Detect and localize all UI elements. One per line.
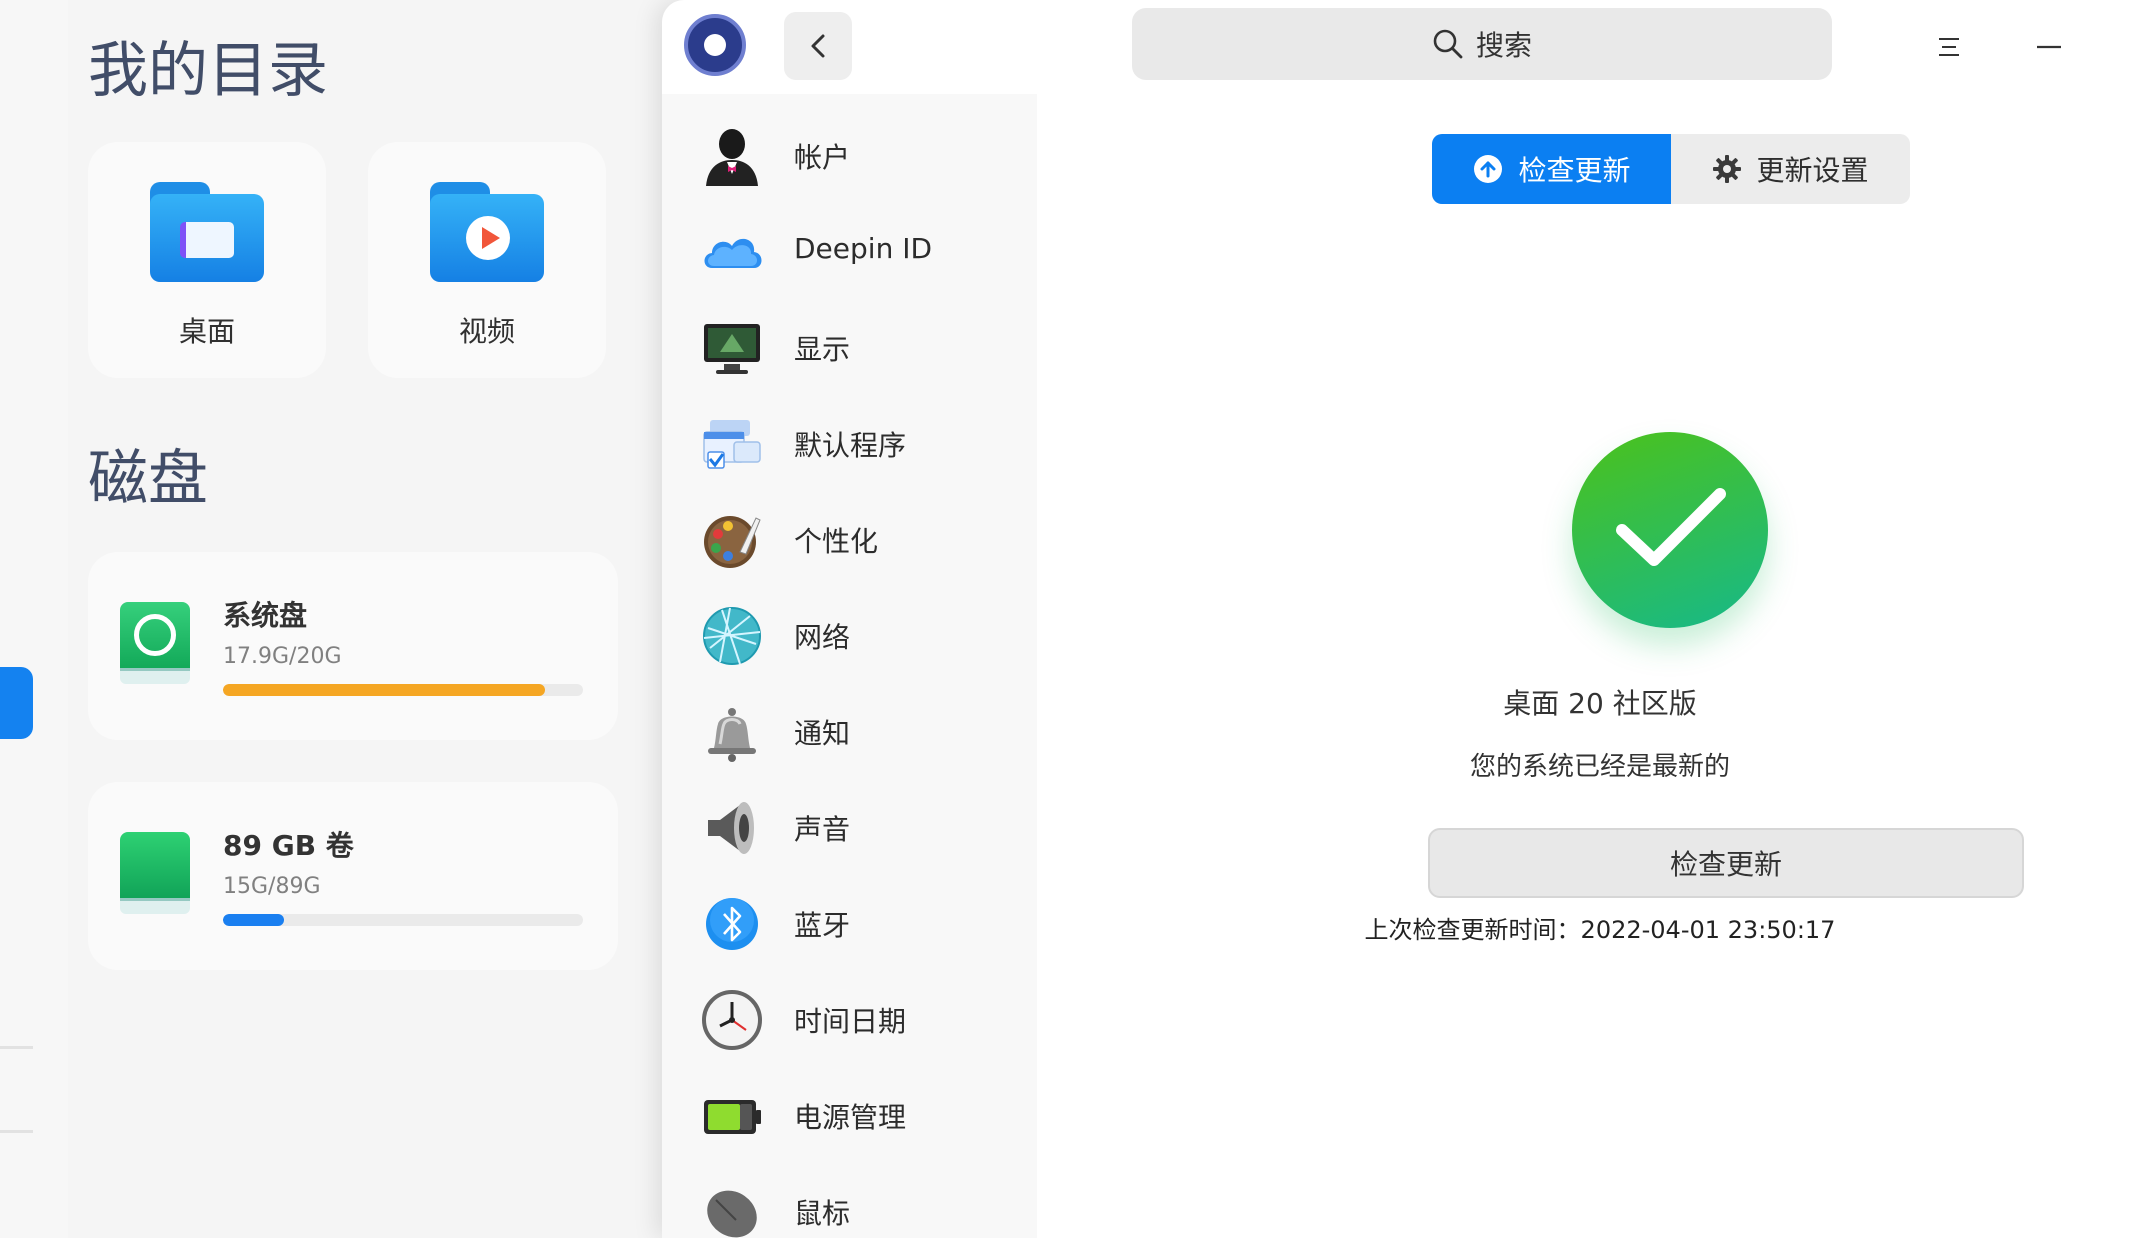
nav-item-label: 通知 [794,717,851,750]
nav-item-display[interactable]: 显示 [662,300,1037,396]
chevron-left-icon [811,34,825,58]
display-icon [704,324,760,374]
bluetooth-icon [706,898,758,950]
nav-item-label: 鼠标 [794,1197,851,1230]
control-center-window: 搜索 帐户 Deepin ID 显示 默认程序 个性化 网络 通知 声音 蓝牙 … [662,0,2142,1238]
search-input[interactable]: 搜索 [1132,8,1832,80]
network-icon [703,607,761,665]
account-icon [706,129,758,186]
nav-item-mouse[interactable]: 鼠标 [662,1164,1037,1238]
volume-disk-icon [120,832,190,914]
nav-item-label: Deepin ID [794,232,933,265]
video-folder-icon [430,182,544,282]
tab-update-settings[interactable]: 更新设置 [1671,134,1910,204]
last-check-time: 上次检查更新时间：2022-04-01 23:50:17 [1364,916,1836,944]
nav-item-label: 声音 [794,813,851,846]
nav-item-default-apps[interactable]: 默认程序 [662,396,1037,492]
palette-icon [704,516,761,568]
my-directories-heading: 我的目录 [88,36,328,106]
search-icon [1433,29,1463,59]
nav-item-label: 帐户 [794,141,851,174]
desktop-folder-icon [150,182,264,282]
upload-circle-icon [1474,155,1503,183]
folder-label: 桌面 [178,315,235,348]
nav-item-label: 网络 [794,621,851,654]
disks-heading: 磁盘 [88,444,208,514]
battery-icon [704,1100,761,1134]
folder-tile-video[interactable]: 视频 [368,142,606,378]
update-panel: 检查更新 更新设置 桌面 20 社区版 您的系统已经是最新的 检查更新 上次检查… [1058,114,2142,1238]
disk-usage-fill [223,914,284,926]
update-status: 您的系统已经是最新的 [1469,752,1730,782]
speaker-icon [708,802,754,854]
disk-name: 89 GB 卷 [223,829,354,862]
nav-item-notifications[interactable]: 通知 [662,684,1037,780]
disk-size: 15G/89G [223,874,321,899]
sidebar-divider [0,1130,33,1133]
search-placeholder: 搜索 [1475,29,1532,62]
titlebar: 搜索 [662,0,2142,94]
sidebar-divider [0,1046,33,1049]
bell-icon [708,708,756,762]
back-button[interactable] [784,12,852,80]
update-tabs: 检查更新 更新设置 [1432,134,1910,204]
nav-item-bluetooth[interactable]: 蓝牙 [662,876,1037,972]
disk-usage-bar [223,684,583,696]
settings-nav: 帐户 Deepin ID 显示 默认程序 个性化 网络 通知 声音 蓝牙 时间日… [662,94,1037,1238]
nav-item-power[interactable]: 电源管理 [662,1068,1037,1164]
tab-label: 检查更新 [1518,154,1631,187]
disk-usage-fill [223,684,546,696]
disk-size: 17.9G/20G [223,644,342,669]
check-update-button[interactable]: 检查更新 [1428,828,2024,898]
nav-item-label: 默认程序 [794,429,907,462]
nav-item-sound[interactable]: 声音 [662,780,1037,876]
disk-card-volume[interactable]: 89 GB 卷 15G/89G [88,782,618,970]
disk-card-system[interactable]: 系统盘 17.9G/20G [88,552,618,740]
sidebar-selection-indicator [0,667,33,739]
minimize-button[interactable] [2024,22,2074,72]
nav-item-deepin-id[interactable]: Deepin ID [662,204,1037,300]
main-menu-button[interactable] [1924,22,1974,72]
clock-icon [702,990,762,1050]
cloud-icon [704,238,762,268]
nav-item-personalization[interactable]: 个性化 [662,492,1037,588]
nav-item-label: 时间日期 [794,1005,907,1038]
nav-item-label: 个性化 [794,525,879,558]
nav-item-label: 显示 [794,333,851,366]
menu-icon [1939,38,1959,56]
nav-item-label: 电源管理 [794,1101,907,1134]
nav-item-datetime[interactable]: 时间日期 [662,972,1037,1068]
nav-item-label: 蓝牙 [794,909,851,942]
up-to-date-check-icon [1572,432,1768,628]
default-apps-icon [703,420,761,469]
system-disk-icon [120,602,190,684]
tab-label: 更新设置 [1756,154,1869,187]
system-edition: 桌面 20 社区版 [1503,687,1697,720]
nav-item-account[interactable]: 帐户 [662,108,1037,204]
disk-name: 系统盘 [223,599,308,632]
control-center-logo-icon [684,14,746,76]
nav-item-network[interactable]: 网络 [662,588,1037,684]
file-manager-pane: 我的目录 桌面 视频 磁盘 系统盘 17.9G/20G 89 GB 卷 15G/… [0,0,720,1238]
minimize-icon [2037,45,2061,49]
gear-icon [1713,155,1742,183]
tab-check-update[interactable]: 检查更新 [1432,134,1671,204]
folder-label: 视频 [458,315,515,348]
mouse-icon [707,1190,757,1238]
folder-tile-desktop[interactable]: 桌面 [88,142,326,378]
file-manager-sidebar [0,0,68,1238]
disk-usage-bar [223,914,583,926]
